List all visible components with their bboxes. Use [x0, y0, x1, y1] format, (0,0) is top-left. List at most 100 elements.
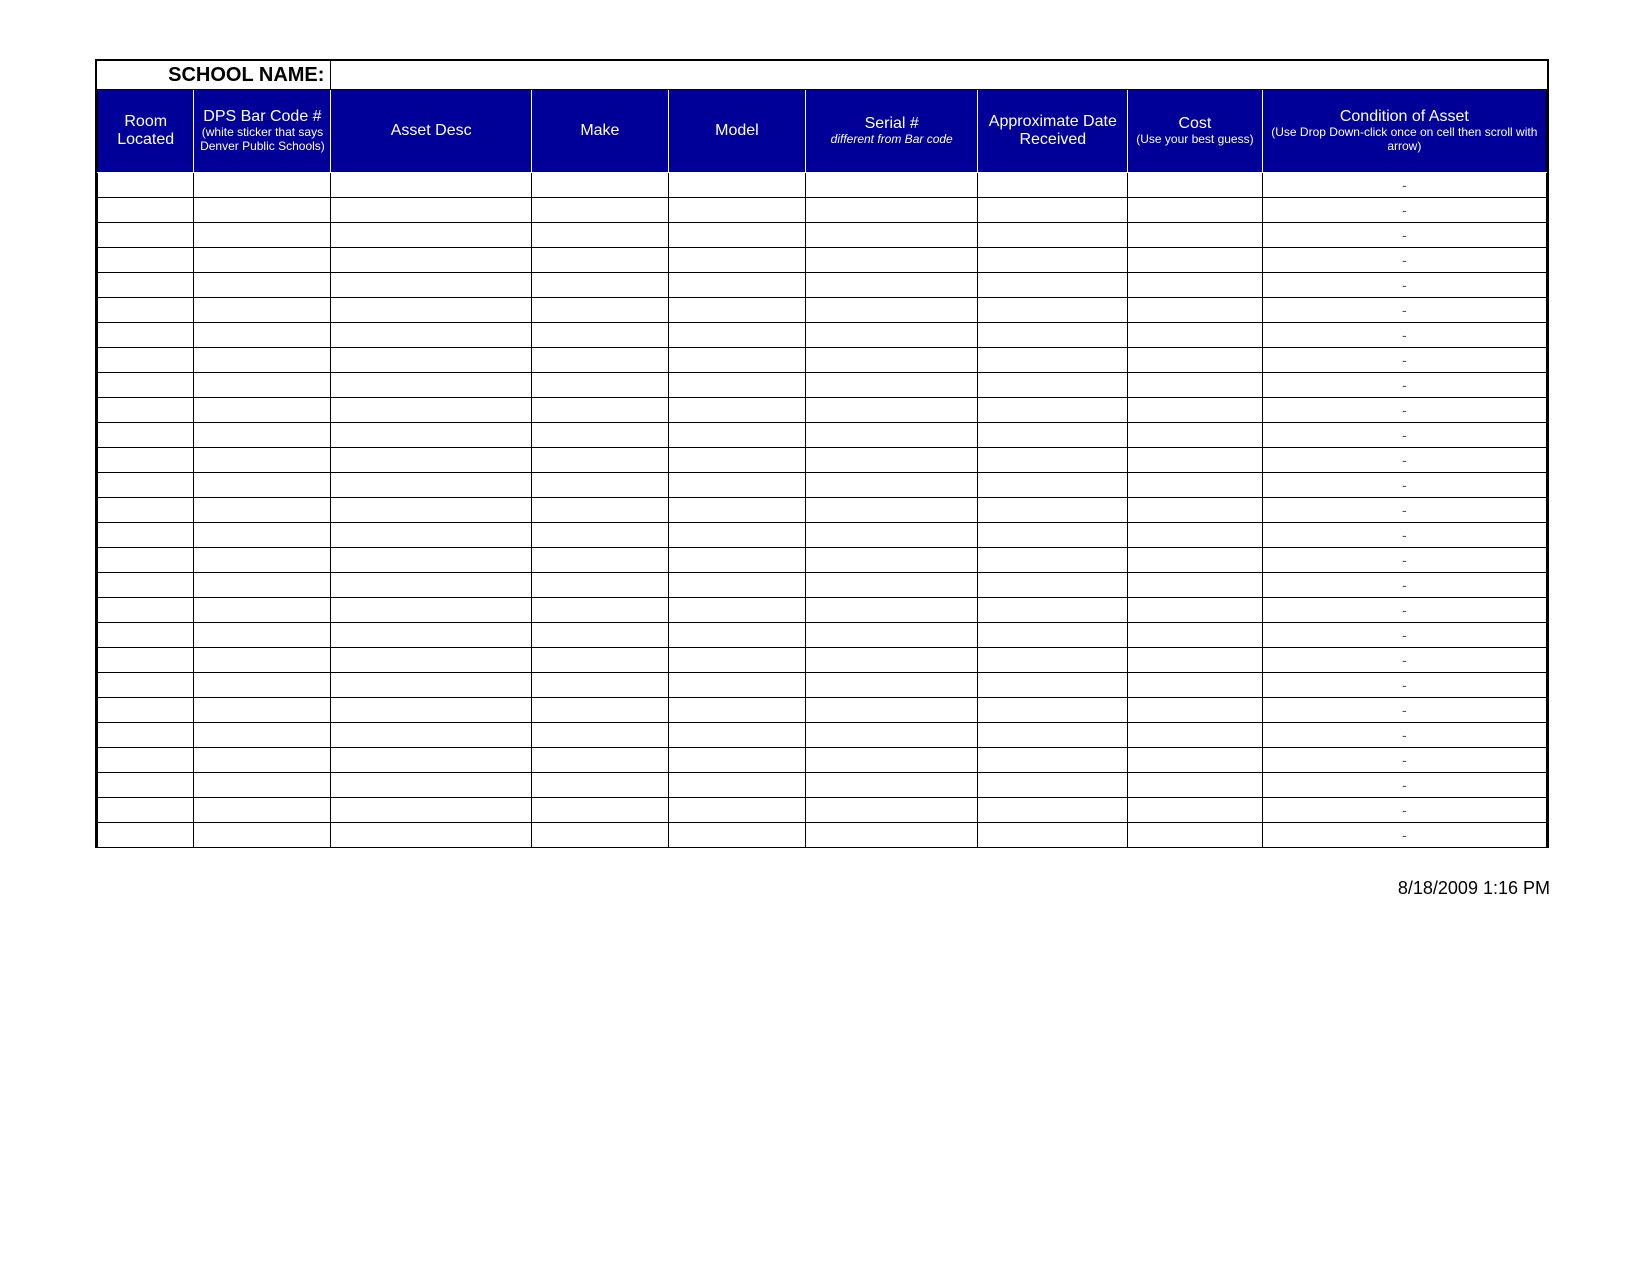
data-cell[interactable]	[1128, 773, 1262, 798]
condition-cell[interactable]: -	[1262, 523, 1546, 548]
data-cell[interactable]	[98, 498, 194, 523]
data-cell[interactable]	[805, 523, 978, 548]
condition-cell[interactable]: -	[1262, 273, 1546, 298]
data-cell[interactable]	[98, 323, 194, 348]
data-cell[interactable]	[805, 498, 978, 523]
data-cell[interactable]	[1128, 273, 1262, 298]
data-cell[interactable]	[531, 773, 668, 798]
data-cell[interactable]	[98, 273, 194, 298]
data-cell[interactable]	[98, 448, 194, 473]
data-cell[interactable]	[98, 748, 194, 773]
data-cell[interactable]	[98, 798, 194, 823]
data-cell[interactable]	[978, 373, 1128, 398]
data-cell[interactable]	[1128, 373, 1262, 398]
data-cell[interactable]	[668, 198, 805, 223]
data-cell[interactable]	[805, 648, 978, 673]
data-cell[interactable]	[668, 473, 805, 498]
data-cell[interactable]	[978, 623, 1128, 648]
condition-cell[interactable]: -	[1262, 623, 1546, 648]
data-cell[interactable]	[531, 523, 668, 548]
data-cell[interactable]	[331, 773, 531, 798]
data-cell[interactable]	[668, 323, 805, 348]
data-cell[interactable]	[194, 323, 331, 348]
data-cell[interactable]	[531, 823, 668, 848]
data-cell[interactable]	[98, 173, 194, 198]
data-cell[interactable]	[668, 823, 805, 848]
data-cell[interactable]	[805, 248, 978, 273]
data-cell[interactable]	[668, 648, 805, 673]
data-cell[interactable]	[805, 698, 978, 723]
data-cell[interactable]	[194, 198, 331, 223]
data-cell[interactable]	[331, 798, 531, 823]
data-cell[interactable]	[668, 548, 805, 573]
data-cell[interactable]	[805, 748, 978, 773]
condition-cell[interactable]: -	[1262, 773, 1546, 798]
data-cell[interactable]	[1128, 173, 1262, 198]
data-cell[interactable]	[978, 198, 1128, 223]
data-cell[interactable]	[194, 273, 331, 298]
data-cell[interactable]	[668, 748, 805, 773]
data-cell[interactable]	[978, 548, 1128, 573]
data-cell[interactable]	[531, 173, 668, 198]
data-cell[interactable]	[194, 373, 331, 398]
data-cell[interactable]	[531, 798, 668, 823]
data-cell[interactable]	[805, 798, 978, 823]
data-cell[interactable]	[805, 773, 978, 798]
data-cell[interactable]	[978, 523, 1128, 548]
data-cell[interactable]	[531, 648, 668, 673]
data-cell[interactable]	[194, 648, 331, 673]
condition-cell[interactable]: -	[1262, 673, 1546, 698]
data-cell[interactable]	[978, 273, 1128, 298]
data-cell[interactable]	[1128, 398, 1262, 423]
data-cell[interactable]	[668, 623, 805, 648]
condition-cell[interactable]: -	[1262, 173, 1546, 198]
data-cell[interactable]	[331, 698, 531, 723]
condition-cell[interactable]: -	[1262, 798, 1546, 823]
data-cell[interactable]	[668, 348, 805, 373]
data-cell[interactable]	[805, 473, 978, 498]
data-cell[interactable]	[1128, 223, 1262, 248]
data-cell[interactable]	[194, 398, 331, 423]
data-cell[interactable]	[331, 173, 531, 198]
data-cell[interactable]	[98, 398, 194, 423]
data-cell[interactable]	[331, 448, 531, 473]
condition-cell[interactable]: -	[1262, 648, 1546, 673]
data-cell[interactable]	[978, 498, 1128, 523]
data-cell[interactable]	[531, 673, 668, 698]
data-cell[interactable]	[98, 773, 194, 798]
data-cell[interactable]	[531, 723, 668, 748]
data-cell[interactable]	[194, 523, 331, 548]
data-cell[interactable]	[194, 548, 331, 573]
data-cell[interactable]	[98, 723, 194, 748]
data-cell[interactable]	[1128, 698, 1262, 723]
data-cell[interactable]	[331, 198, 531, 223]
data-cell[interactable]	[1128, 198, 1262, 223]
data-cell[interactable]	[1128, 423, 1262, 448]
condition-cell[interactable]: -	[1262, 448, 1546, 473]
data-cell[interactable]	[531, 298, 668, 323]
data-cell[interactable]	[805, 348, 978, 373]
data-cell[interactable]	[978, 698, 1128, 723]
condition-cell[interactable]: -	[1262, 323, 1546, 348]
data-cell[interactable]	[1128, 323, 1262, 348]
data-cell[interactable]	[978, 398, 1128, 423]
data-cell[interactable]	[668, 448, 805, 473]
data-cell[interactable]	[331, 623, 531, 648]
data-cell[interactable]	[805, 273, 978, 298]
data-cell[interactable]	[194, 598, 331, 623]
data-cell[interactable]	[805, 823, 978, 848]
data-cell[interactable]	[331, 298, 531, 323]
data-cell[interactable]	[531, 198, 668, 223]
data-cell[interactable]	[194, 673, 331, 698]
data-cell[interactable]	[194, 698, 331, 723]
data-cell[interactable]	[331, 523, 531, 548]
data-cell[interactable]	[194, 823, 331, 848]
data-cell[interactable]	[668, 573, 805, 598]
data-cell[interactable]	[98, 298, 194, 323]
condition-cell[interactable]: -	[1262, 248, 1546, 273]
data-cell[interactable]	[805, 423, 978, 448]
data-cell[interactable]	[331, 723, 531, 748]
data-cell[interactable]	[98, 698, 194, 723]
data-cell[interactable]	[1128, 523, 1262, 548]
data-cell[interactable]	[978, 823, 1128, 848]
